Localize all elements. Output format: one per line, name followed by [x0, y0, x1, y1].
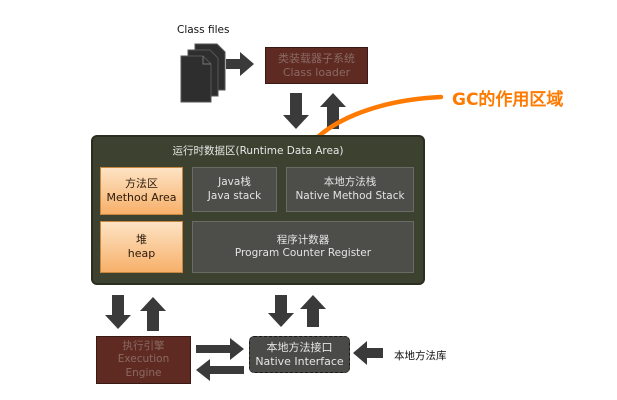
class-loader-en: Class loader: [282, 65, 351, 79]
runtime-area-title: 运行时数据区(Runtime Data Area): [172, 145, 344, 157]
native-interface-en: Native Interface: [255, 354, 344, 368]
program-counter-box: 程序计数器 Program Counter Register: [192, 221, 414, 273]
heap-box: 堆 heap: [100, 221, 183, 273]
java-stack-en: Java stack: [207, 189, 262, 202]
native-library-label: 本地方法库: [394, 350, 447, 362]
native-interface-cn: 本地方法接口: [266, 340, 333, 354]
execution-engine-cn: 执行引擎: [122, 340, 165, 353]
method-area-box: 方法区 Method Area: [100, 167, 183, 215]
program-counter-cn: 程序计数器: [276, 233, 330, 246]
heap-en: heap: [127, 247, 156, 260]
class-files-label: Class files: [177, 24, 230, 36]
java-stack-cn: Java栈: [218, 176, 251, 189]
method-area-en: Method Area: [106, 191, 177, 204]
method-area-cn: 方法区: [125, 177, 158, 191]
execution-engine-en1: Execution: [117, 353, 170, 366]
class-loader-cn: 类装载器子系统: [278, 51, 355, 65]
arrow-runtime-to-native: [268, 295, 294, 327]
jvm-architecture-diagram: Class files 类装载器子系统 Class loader GC的作用区域…: [0, 0, 617, 400]
arrow-native-to-engine: [196, 359, 244, 381]
gc-annotation: GC的作用区域: [452, 90, 564, 110]
native-method-stack-box: 本地方法栈 Native Method Stack: [286, 167, 414, 212]
arrow-runtime-to-engine: [105, 295, 131, 329]
arrow-library-to-native: [353, 341, 383, 365]
class-files-icon: [180, 43, 226, 103]
arrow-files-to-loader: [226, 52, 254, 76]
arrow-native-to-runtime: [300, 295, 326, 327]
native-method-stack-cn: 本地方法栈: [323, 176, 377, 189]
arrow-engine-to-runtime: [140, 297, 166, 331]
execution-engine-en2: Engine: [125, 366, 162, 379]
execution-engine-box: 执行引擎 Execution Engine: [96, 336, 191, 384]
native-interface-box: 本地方法接口 Native Interface: [249, 336, 350, 373]
arrow-engine-to-native: [196, 338, 244, 360]
class-loader-box: 类装载器子系统 Class loader: [265, 47, 368, 84]
heap-cn: 堆: [136, 233, 147, 247]
program-counter-en: Program Counter Register: [234, 247, 372, 259]
arrow-loader-down: [283, 93, 309, 129]
native-method-stack-en: Native Method Stack: [295, 189, 405, 202]
java-stack-box: Java栈 Java stack: [192, 167, 277, 212]
